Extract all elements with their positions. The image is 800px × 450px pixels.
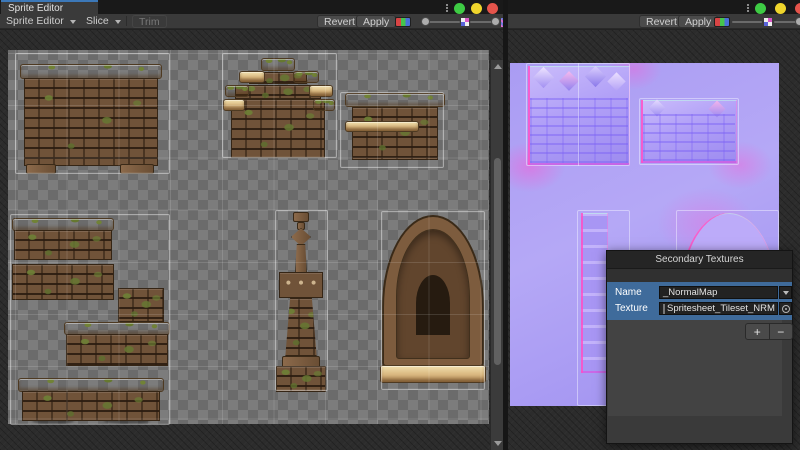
left-toolbar: Sprite Editor Slice Trim Revert Apply bbox=[0, 14, 503, 29]
object-picker-icon bbox=[782, 305, 790, 313]
name-field[interactable]: _NormalMap bbox=[659, 286, 778, 299]
sprite-editor-window: Sprite Editor Sprite Editor Slice Trim R… bbox=[0, 0, 800, 450]
add-entry-button[interactable]: + bbox=[746, 324, 770, 339]
sprite-wide-platform[interactable] bbox=[18, 378, 164, 423]
toolbar-separator bbox=[126, 16, 127, 26]
window-dot-red-icon[interactable] bbox=[487, 3, 498, 14]
normal-map-canvas[interactable]: Secondary Textures Name _NormalMap Textu… bbox=[508, 30, 800, 450]
normal-map-pane: Revert Apply bbox=[508, 0, 800, 450]
chevron-down-icon bbox=[68, 15, 76, 27]
sprite-editor-pane: Sprite Editor Sprite Editor Slice Trim R… bbox=[0, 0, 503, 450]
rgb-alpha-toggle-icon[interactable] bbox=[714, 17, 730, 27]
secondary-textures-panel: Secondary Textures Name _NormalMap Textu… bbox=[606, 250, 793, 444]
rgb-alpha-toggle-icon[interactable] bbox=[395, 17, 411, 27]
nm-wall-tile bbox=[528, 66, 630, 165]
left-tab-bar: Sprite Editor bbox=[0, 0, 503, 14]
zoom-slider[interactable] bbox=[426, 21, 460, 23]
vertical-scrollbar[interactable] bbox=[490, 60, 503, 450]
window-dot-yellow-icon[interactable] bbox=[775, 3, 786, 14]
window-dot-red-icon[interactable] bbox=[795, 3, 800, 14]
mipmap-slider-knob[interactable] bbox=[795, 17, 800, 26]
right-tab-bar bbox=[508, 0, 800, 14]
window-dot-green-icon[interactable] bbox=[454, 3, 465, 14]
slice-dropdown[interactable]: Slice bbox=[86, 14, 121, 28]
sprite-stone-wall[interactable] bbox=[20, 64, 162, 174]
more-options-icon[interactable] bbox=[747, 4, 749, 6]
nm-pillar-tile bbox=[581, 213, 608, 373]
nm-brick-tile bbox=[641, 100, 737, 163]
panel-band bbox=[607, 269, 792, 282]
apply-button[interactable]: Apply bbox=[356, 15, 396, 28]
sprite-brick-bar[interactable] bbox=[12, 218, 114, 260]
mipmap-small-icon bbox=[764, 18, 772, 26]
sprite-stepped-wall[interactable] bbox=[223, 58, 335, 158]
sprite-editor-mode-dropdown[interactable]: Sprite Editor bbox=[6, 14, 76, 28]
texture-label: Texture bbox=[615, 303, 648, 314]
selected-entry[interactable]: Name _NormalMap Texture Spritesheet_Tile… bbox=[607, 282, 792, 320]
list-edit-buttons: + − bbox=[745, 323, 793, 340]
trim-button[interactable]: Trim bbox=[132, 15, 167, 28]
sprite-brick-bar[interactable] bbox=[12, 264, 114, 300]
name-dropdown-button[interactable] bbox=[779, 286, 792, 299]
texture-object-field[interactable]: Spritesheet_Tileset_NRM bbox=[659, 302, 778, 315]
object-picker-button[interactable] bbox=[779, 302, 792, 315]
texture-transparency-checker[interactable] bbox=[8, 50, 489, 424]
right-toolbar: Revert Apply bbox=[508, 14, 800, 29]
sprite-brick-bar[interactable] bbox=[118, 288, 164, 322]
sprite-brick-bar[interactable] bbox=[64, 322, 170, 366]
texture-thumbnail-icon bbox=[663, 304, 665, 314]
apply-button[interactable]: Apply bbox=[678, 15, 718, 28]
mipmap-small-icon bbox=[461, 18, 469, 26]
more-options-icon[interactable] bbox=[446, 4, 448, 6]
chevron-down-icon bbox=[113, 15, 121, 27]
window-dot-yellow-icon[interactable] bbox=[471, 3, 482, 14]
mipmap-slider-knob[interactable] bbox=[491, 17, 500, 26]
sprite-canvas[interactable] bbox=[0, 30, 503, 450]
zoom-slider-knob[interactable] bbox=[421, 17, 430, 26]
sprite-skull-pillar[interactable] bbox=[276, 212, 326, 392]
scroll-down-icon[interactable] bbox=[494, 441, 502, 446]
name-label: Name bbox=[615, 287, 642, 298]
tab-sprite-editor[interactable]: Sprite Editor bbox=[1, 0, 98, 14]
sprite-arched-portal[interactable] bbox=[382, 215, 484, 383]
zoom-slider[interactable] bbox=[732, 21, 762, 23]
panel-title: Secondary Textures bbox=[607, 251, 792, 269]
remove-entry-button[interactable]: − bbox=[770, 324, 793, 339]
sprite-platform-block[interactable] bbox=[345, 93, 445, 160]
scroll-up-icon[interactable] bbox=[494, 64, 502, 69]
tab-label: Sprite Editor bbox=[8, 3, 63, 14]
scrollbar-thumb[interactable] bbox=[494, 158, 501, 365]
window-dot-green-icon[interactable] bbox=[755, 3, 766, 14]
